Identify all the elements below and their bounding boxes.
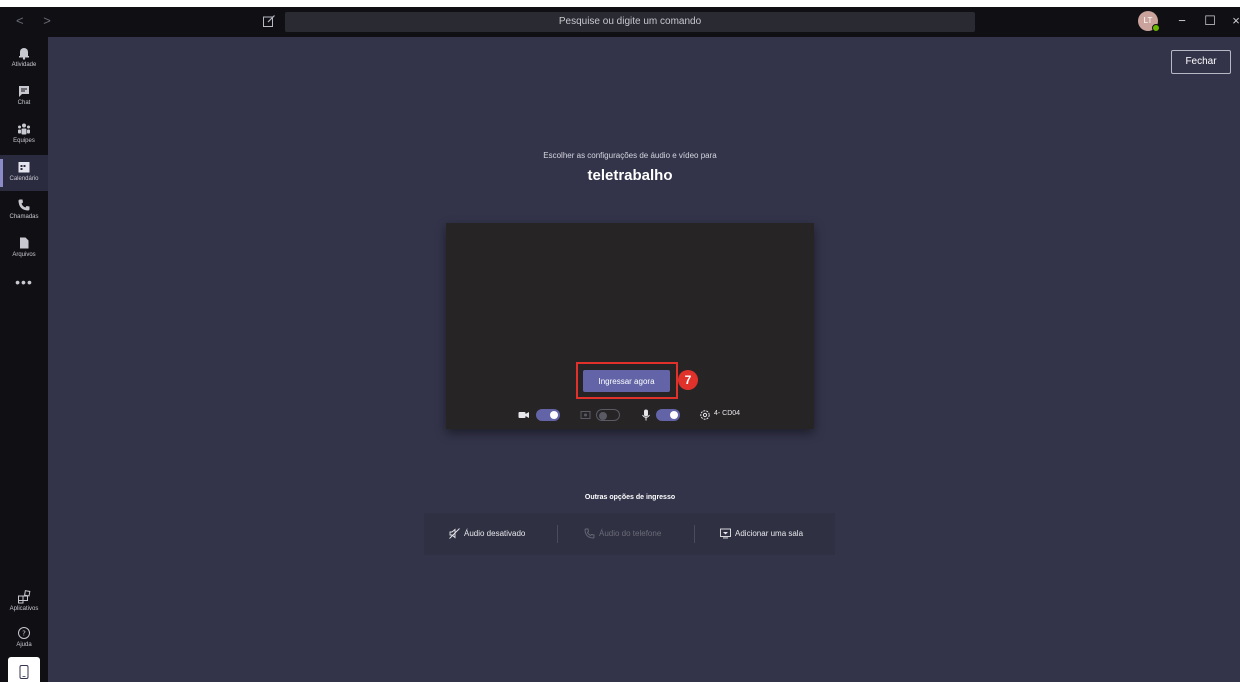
phone-icon <box>18 199 30 211</box>
audio-device-label[interactable]: 4- CD04 <box>714 410 740 417</box>
back-forward-arrows[interactable]: < > <box>16 13 59 28</box>
meeting-title: teletrabalho <box>587 167 673 184</box>
step-badge: 7 <box>678 370 698 390</box>
help-icon: ? <box>18 627 30 639</box>
rail-item-label: Arquivos <box>12 252 36 258</box>
phone-icon <box>584 528 595 539</box>
mic-switch[interactable] <box>656 409 680 421</box>
rail-item-chat[interactable]: Chat <box>0 79 48 115</box>
rail-item-label: Calendário <box>9 176 39 182</box>
phone-audio-option: Áudio do telefone <box>584 513 661 555</box>
add-room-option[interactable]: Adicionar uma sala <box>720 513 803 555</box>
camera-icon <box>518 412 529 418</box>
rail-item-files[interactable]: Arquivos <box>0 231 48 267</box>
rail-item-label: Chamadas <box>9 214 39 220</box>
room-display-icon <box>720 528 731 539</box>
rail-item-label: Atividade <box>11 62 37 68</box>
speaker-off-icon <box>449 528 460 540</box>
avatar[interactable]: LT <box>1138 11 1160 32</box>
rail-item-help[interactable]: ? Ajuda <box>0 621 48 657</box>
other-join-options-heading: Outras opções de ingresso <box>584 494 676 501</box>
title-bar: < > Pesquise ou digite um comando LT − ☐… <box>0 7 1240 37</box>
close-button[interactable]: Fechar <box>1171 50 1231 74</box>
video-preview: Ingressar agora 7 4- CD04 <box>446 223 814 429</box>
apps-icon <box>18 590 31 604</box>
teams-icon <box>18 123 30 135</box>
audio-off-option[interactable]: Áudio desativado <box>449 513 525 555</box>
more-apps-button[interactable]: ••• <box>0 274 48 290</box>
option-label: Áudio desativado <box>464 529 526 538</box>
file-icon <box>20 237 29 249</box>
rail-item-activity[interactable]: Atividade <box>0 41 48 77</box>
device-settings-icon[interactable] <box>699 408 711 422</box>
minimize-button[interactable]: − <box>1172 11 1192 31</box>
avatar-initials: LT <box>1143 16 1153 25</box>
maximize-button[interactable]: ☐ <box>1200 11 1220 31</box>
rail-item-apps[interactable]: Aplicativos <box>0 585 48 621</box>
compose-icon[interactable] <box>262 14 276 28</box>
option-divider <box>557 525 558 543</box>
mobile-phone-icon <box>19 665 29 679</box>
option-divider <box>694 525 695 543</box>
blur-switch[interactable] <box>596 409 620 421</box>
bell-icon <box>19 48 29 60</box>
calendar-icon <box>18 162 30 173</box>
presence-status-dot <box>1152 24 1160 32</box>
switch-knob <box>550 411 558 419</box>
rail-item-calls[interactable]: Chamadas <box>0 193 48 229</box>
teams-window: < > Pesquise ou digite um comando LT − ☐… <box>0 7 1240 682</box>
app-rail: Atividade Chat Equipes Calendário Chamad… <box>0 37 48 682</box>
rail-item-teams[interactable]: Equipes <box>0 117 48 153</box>
switch-knob <box>670 411 678 419</box>
camera-switch[interactable] <box>536 409 560 421</box>
option-label: Adicionar uma sala <box>735 529 804 538</box>
rail-item-calendar[interactable]: Calendário <box>0 155 48 191</box>
rail-item-label: Equipes <box>13 138 35 144</box>
close-window-button[interactable]: × <box>1226 11 1240 31</box>
other-join-options: Áudio desativado Áudio do telefone Adici… <box>424 513 835 555</box>
microphone-icon <box>642 409 650 421</box>
join-now-button[interactable]: Ingressar agora <box>583 370 670 392</box>
svg-text:?: ? <box>22 630 26 638</box>
rail-item-label: Ajuda <box>16 642 32 648</box>
search-input[interactable]: Pesquise ou digite um comando <box>285 12 975 32</box>
chat-icon <box>19 86 29 97</box>
option-label: Áudio do telefone <box>599 529 662 538</box>
switch-knob <box>599 412 607 420</box>
background-blur-icon <box>580 411 591 419</box>
background-blur-toggle[interactable] <box>596 408 620 422</box>
microphone-toggle[interactable] <box>656 408 680 422</box>
rail-item-label: Chat <box>17 100 31 106</box>
setup-subtitle: Escolher as configurações de áudio e víd… <box>543 151 717 160</box>
camera-toggle[interactable] <box>536 408 560 422</box>
rail-item-label: Aplicativos <box>9 606 39 612</box>
mobile-device-button[interactable] <box>8 657 40 682</box>
